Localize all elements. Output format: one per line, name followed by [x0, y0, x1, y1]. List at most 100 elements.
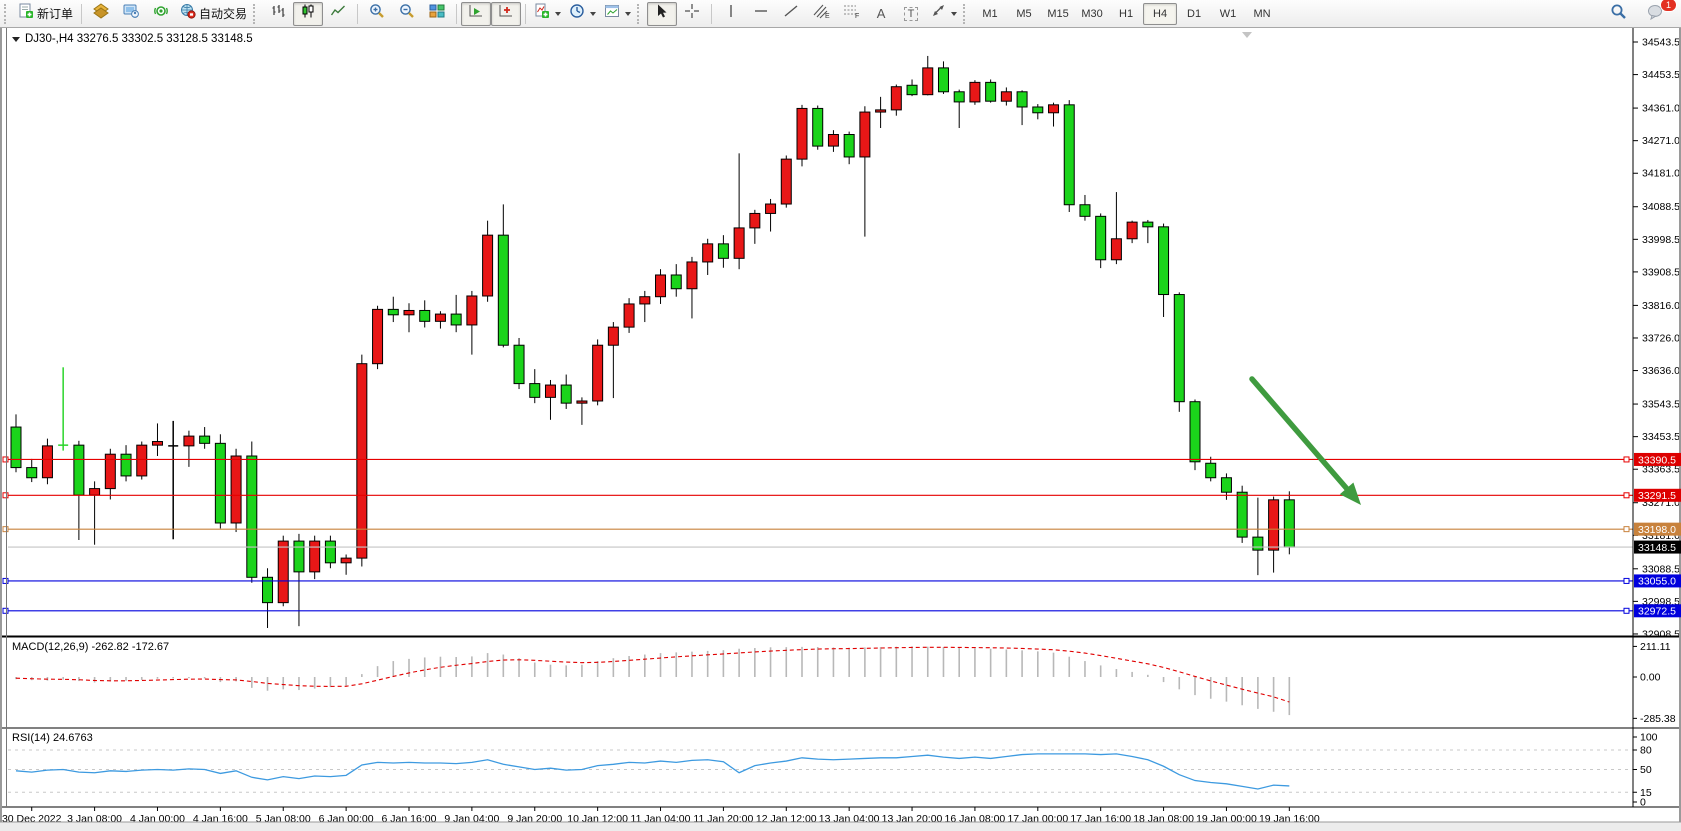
candle — [797, 105, 807, 167]
symbol-dropdown-icon[interactable] — [12, 37, 20, 42]
svg-text:34361.0: 34361.0 — [1642, 103, 1680, 115]
new-order-label: 新订单 — [37, 5, 73, 22]
macd-label: MACD(12,26,9) -262.82 -172.67 — [12, 641, 169, 653]
auto-scroll-icon — [468, 3, 484, 24]
timeframe-M5[interactable]: M5 — [1007, 3, 1041, 25]
chat-button[interactable]: 1 — [1641, 2, 1671, 26]
timeframe-H4[interactable]: H4 — [1143, 3, 1177, 25]
zoom-in-button[interactable] — [362, 2, 392, 26]
candle — [42, 439, 52, 485]
svg-text:33726.0: 33726.0 — [1642, 332, 1680, 344]
svg-text:33198.0: 33198.0 — [1638, 524, 1676, 536]
svg-text:80: 80 — [1640, 745, 1652, 757]
timeframe-W1[interactable]: W1 — [1211, 3, 1245, 25]
rsi-label: RSI(14) 24.6763 — [12, 732, 93, 744]
new-order-icon — [18, 3, 34, 24]
candle — [514, 338, 524, 389]
periods-dropdown-icon — [590, 12, 596, 16]
mt4-window: 新订单 自动交易 — [0, 0, 1681, 831]
timeframe-D1[interactable]: D1 — [1177, 3, 1211, 25]
candle — [781, 156, 791, 208]
svg-text:211.11: 211.11 — [1640, 641, 1671, 653]
search-icon — [1610, 3, 1627, 25]
line-chart-icon — [330, 3, 346, 24]
svg-text:34453.5: 34453.5 — [1642, 69, 1680, 81]
market-watch-icon — [93, 3, 109, 24]
signals-button[interactable] — [146, 2, 176, 26]
zoom-out-icon — [399, 3, 415, 24]
text-button[interactable]: A — [866, 2, 896, 26]
indicators-icon — [534, 3, 550, 24]
signals-icon — [153, 3, 169, 24]
notification-badge: 1 — [1660, 0, 1677, 12]
candle — [1284, 491, 1294, 554]
chart-shift-button[interactable] — [491, 2, 521, 26]
vertical-line-button[interactable] — [716, 2, 746, 26]
indicators-button[interactable] — [530, 2, 565, 26]
candlestick-plot[interactable]: 34543.534453.534361.034271.034181.034088… — [0, 28, 1681, 831]
auto-scroll-button[interactable] — [461, 2, 491, 26]
candle — [970, 80, 980, 105]
horizontal-line-button[interactable] — [746, 2, 776, 26]
toolbar-grip — [4, 4, 11, 24]
fibonacci-icon: F — [842, 3, 860, 24]
svg-text:33390.5: 33390.5 — [1638, 454, 1676, 466]
chart-window[interactable]: DJ30-,H4 33276.5 33302.5 33128.5 33148.5… — [0, 28, 1681, 831]
candle — [215, 434, 225, 528]
candle — [373, 306, 383, 369]
templates-button[interactable] — [600, 2, 635, 26]
zoom-out-button[interactable] — [392, 2, 422, 26]
candle — [813, 106, 823, 150]
timeframe-M30[interactable]: M30 — [1075, 3, 1109, 25]
templates-icon — [604, 3, 620, 24]
text-label-button[interactable]: T — [896, 2, 926, 26]
level-price-label: 33198.0 — [1634, 523, 1681, 536]
level-price-label: 33055.0 — [1634, 574, 1681, 587]
periods-button[interactable] — [565, 2, 600, 26]
candle — [1174, 292, 1184, 411]
svg-text:33998.5: 33998.5 — [1642, 234, 1680, 246]
svg-text:34088.5: 34088.5 — [1642, 201, 1680, 213]
terminal-button[interactable] — [116, 2, 146, 26]
arrows-button[interactable] — [926, 2, 961, 26]
crosshair-button[interactable] — [677, 2, 707, 26]
timeframe-M1[interactable]: M1 — [973, 3, 1007, 25]
templates-dropdown-icon — [625, 12, 631, 16]
tile-windows-button[interactable] — [422, 2, 452, 26]
candlestick-chart-button[interactable] — [293, 2, 323, 26]
svg-text:33055.0: 33055.0 — [1638, 576, 1676, 588]
cursor-button[interactable] — [647, 2, 677, 26]
level-price-label: 32972.5 — [1634, 604, 1681, 617]
candle — [593, 339, 603, 405]
fibonacci-button[interactable]: F — [836, 2, 866, 26]
trendline-button[interactable] — [776, 2, 806, 26]
svg-text:33291.5: 33291.5 — [1638, 490, 1676, 502]
svg-text:50: 50 — [1640, 764, 1652, 776]
channel-button[interactable]: E — [806, 2, 836, 26]
level-price-label: 33291.5 — [1634, 489, 1681, 502]
chart-shift-icon — [498, 3, 514, 24]
arrows-icon — [930, 3, 946, 24]
crosshair-icon — [684, 3, 700, 24]
line-chart-button[interactable] — [323, 2, 353, 26]
periods-clock-icon — [569, 3, 585, 24]
timeframe-H1[interactable]: H1 — [1109, 3, 1143, 25]
candle — [1237, 486, 1247, 543]
cursor-icon — [654, 3, 670, 24]
bar-chart-button[interactable] — [263, 2, 293, 26]
candlestick-chart-icon — [300, 3, 316, 24]
autotrading-icon — [180, 3, 196, 24]
chart-title[interactable]: DJ30-,H4 33276.5 33302.5 33128.5 33148.5 — [12, 33, 253, 45]
search-button[interactable] — [1603, 2, 1633, 26]
autotrading-button[interactable]: 自动交易 — [176, 2, 251, 26]
svg-text:33908.5: 33908.5 — [1642, 266, 1680, 278]
new-order-button[interactable]: 新订单 — [14, 2, 77, 26]
candle — [278, 536, 288, 607]
svg-text:33636.0: 33636.0 — [1642, 365, 1680, 377]
market-watch-button[interactable] — [86, 2, 116, 26]
horizontal-line-icon — [753, 3, 769, 24]
timeframe-MN[interactable]: MN — [1245, 3, 1279, 25]
svg-text:33816.0: 33816.0 — [1642, 300, 1680, 312]
timeframe-M15[interactable]: M15 — [1041, 3, 1075, 25]
bar-chart-icon — [270, 3, 286, 24]
